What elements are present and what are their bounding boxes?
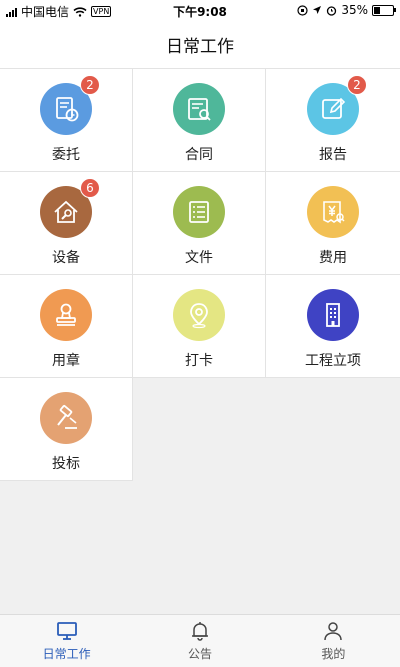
grid-item-baogao[interactable]: 2 报告 (266, 69, 400, 172)
location-arrow-icon (313, 6, 322, 14)
tab-label: 公告 (187, 647, 212, 661)
orientation-lock-icon (297, 4, 308, 16)
grid-item-gongcheng[interactable]: 工程立项 (266, 275, 400, 378)
status-bar: 中国电信 VPN 下午9:08 35% (0, 0, 400, 20)
alarm-icon (327, 5, 337, 16)
notification-badge: 6 (80, 178, 100, 198)
grid-item-toubiao[interactable]: 投标 (0, 378, 133, 481)
tab-label: 我的 (321, 647, 346, 661)
function-grid: 2 委托 合同 2 报告 6 设备 文件 费用 用章 打卡 工程立项 投标 (0, 69, 400, 481)
house-wrench-icon (54, 200, 78, 223)
grid-item-yongzhang[interactable]: 用章 (0, 275, 133, 378)
monitor-icon (56, 622, 77, 640)
grid-item-weituo[interactable]: 2 委托 (0, 69, 133, 172)
grid-item-shebei[interactable]: 6 设备 (0, 172, 133, 275)
grid-item-wenjian[interactable]: 文件 (133, 172, 266, 275)
grid-item-label: 费用 (319, 250, 347, 266)
grid-item-label: 设备 (52, 250, 80, 266)
grid-item-label: 打卡 (185, 353, 213, 369)
battery-percent: 35% (341, 3, 368, 17)
user-icon (324, 622, 343, 641)
grid-item-label: 报告 (319, 147, 347, 163)
page-title: 日常工作 (166, 36, 234, 57)
nav-bar: 日常工作 (0, 20, 400, 69)
grid-item-label: 用章 (52, 353, 80, 369)
tab-daily-work[interactable]: 日常工作 (0, 615, 133, 667)
yen-receipt-icon (323, 201, 345, 224)
battery-icon (372, 4, 396, 16)
grid-item-hetong[interactable]: 合同 (133, 69, 266, 172)
grid-item-label: 合同 (185, 147, 213, 163)
edit-report-icon (322, 97, 346, 119)
document-clock-icon (56, 97, 79, 122)
stamp-icon (56, 303, 76, 326)
notification-badge: 2 (347, 75, 367, 95)
tab-mine[interactable]: 我的 (267, 615, 400, 667)
gavel-icon (57, 404, 77, 429)
tab-label: 日常工作 (42, 647, 91, 661)
location-pin-icon (190, 303, 208, 329)
grid-item-daka[interactable]: 打卡 (133, 275, 266, 378)
bell-icon (191, 622, 208, 641)
file-list-icon (189, 201, 209, 223)
tab-announcement[interactable]: 公告 (133, 615, 266, 667)
notification-badge: 2 (80, 75, 100, 95)
grid-item-feiyong[interactable]: 费用 (266, 172, 400, 275)
bottom-tab-bar: 日常工作 公告 我的 (0, 614, 400, 667)
contract-search-icon (188, 98, 211, 121)
grid-item-label: 委托 (52, 147, 80, 163)
grid-item-label: 工程立项 (305, 353, 361, 369)
grid-item-label: 投标 (52, 456, 80, 472)
grid-item-label: 文件 (185, 250, 213, 266)
building-icon (326, 303, 340, 327)
